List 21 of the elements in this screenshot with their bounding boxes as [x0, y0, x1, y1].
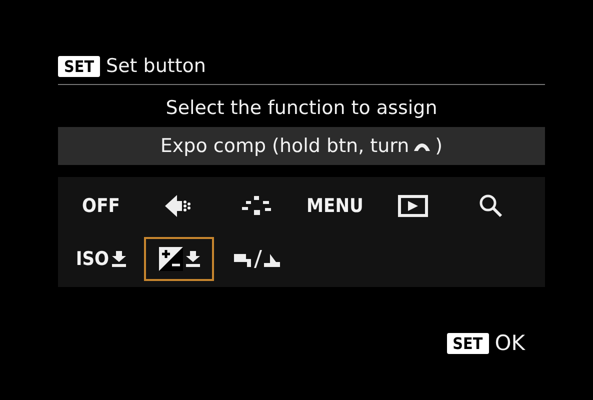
function-option[interactable]: MENU: [300, 184, 370, 228]
exposure-compensation-icon: [158, 247, 182, 271]
set-badge: SET: [446, 332, 489, 354]
camera-swap-icon: [234, 249, 280, 269]
af-points-icon: [241, 196, 273, 216]
current-function-label: Expo comp (hold btn, turn: [160, 135, 410, 157]
function-option[interactable]: OFF: [76, 184, 126, 228]
set-badge: SET: [58, 56, 100, 76]
iso-option[interactable]: ISO: [70, 237, 132, 281]
play-icon: [398, 195, 428, 217]
iso-label: ISO: [76, 248, 110, 270]
focus-arrow-icon: [165, 195, 193, 217]
search-icon: [479, 194, 503, 218]
dial-icon: [413, 140, 432, 152]
ok-label: OK: [494, 331, 525, 355]
screen-title: Set button: [106, 55, 206, 77]
download-icon: [112, 251, 126, 267]
function-option-icon-button[interactable]: [144, 237, 214, 281]
parenthesis-text: ): [435, 135, 443, 157]
prompt-text: Select the function to assign: [164, 96, 438, 121]
download-icon: [186, 251, 200, 267]
